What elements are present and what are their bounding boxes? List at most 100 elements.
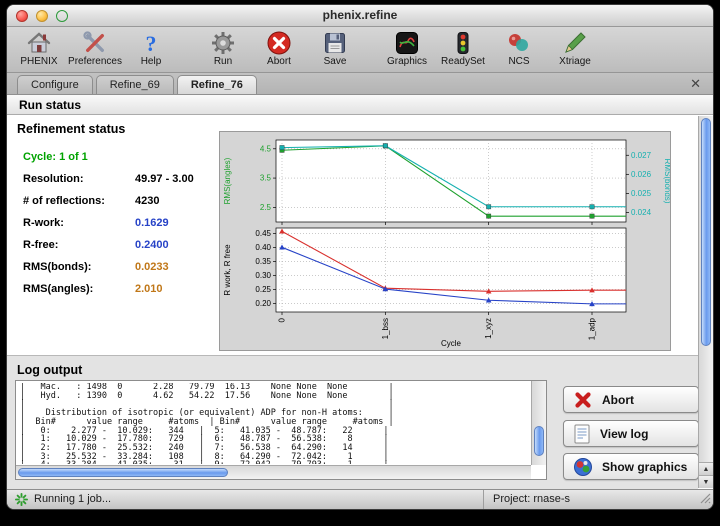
svg-text:0.024: 0.024 bbox=[631, 208, 652, 217]
toolbar-label: Graphics bbox=[387, 56, 427, 67]
log-text: | Mac. : 1498 0 2.28 79.79 16.13 None No… bbox=[20, 383, 530, 464]
tab-refine-69[interactable]: Refine_69 bbox=[96, 75, 174, 94]
toolbar-button-readyset[interactable]: ReadySet bbox=[435, 29, 491, 67]
svg-text:4.5: 4.5 bbox=[260, 144, 272, 153]
stat-value: 49.97 - 3.00 bbox=[135, 173, 194, 185]
svg-text:?: ? bbox=[146, 31, 157, 56]
stat-label: RMS(angles): bbox=[23, 283, 135, 295]
resize-grip[interactable] bbox=[697, 490, 711, 507]
abort-button[interactable]: Abort bbox=[563, 386, 699, 413]
svg-text:0.20: 0.20 bbox=[255, 299, 271, 308]
run-gear-icon bbox=[210, 29, 236, 56]
tab-bar: Configure Refine_69 Refine_76 ✕ bbox=[7, 73, 713, 95]
scroll-down-arrow[interactable]: ▼ bbox=[699, 475, 713, 488]
stat-rms-bonds: RMS(bonds):0.0233 bbox=[23, 261, 219, 283]
toolbar-button-xtriage[interactable]: Xtriage bbox=[547, 29, 603, 67]
zoom-window-button[interactable] bbox=[56, 10, 68, 22]
toolbar-button-preferences[interactable]: Preferences bbox=[67, 29, 123, 67]
show-graphics-button-label: Show graphics bbox=[602, 460, 687, 474]
toolbar-label: ReadySet bbox=[441, 56, 485, 67]
graphics-icon bbox=[394, 29, 420, 56]
toolbar-label: NCS bbox=[508, 56, 529, 67]
svg-text:0.45: 0.45 bbox=[255, 229, 271, 238]
view-log-button-label: View log bbox=[600, 427, 648, 441]
toolbar-button-graphics[interactable]: Graphics bbox=[379, 29, 435, 67]
toolbar-label: Run bbox=[214, 56, 232, 67]
view-log-button[interactable]: View log bbox=[563, 420, 699, 447]
svg-text:R work, R free: R work, R free bbox=[223, 244, 232, 296]
close-window-button[interactable] bbox=[16, 10, 28, 22]
stat-r-free: R-free:0.2400 bbox=[23, 239, 219, 261]
stat-value: 0.1629 bbox=[135, 217, 169, 229]
close-tab-icon[interactable]: ✕ bbox=[690, 78, 701, 90]
toolbar-label: PHENIX bbox=[20, 56, 57, 67]
stat-value: 2.010 bbox=[135, 283, 163, 295]
minimize-window-button[interactable] bbox=[36, 10, 48, 22]
window-controls bbox=[16, 10, 68, 22]
toolbar-label: Abort bbox=[267, 56, 291, 67]
toolbar-button-abort[interactable]: Abort bbox=[251, 29, 307, 67]
tab-label: Refine_69 bbox=[110, 79, 160, 91]
svg-text:2.5: 2.5 bbox=[260, 203, 272, 212]
stat-value: 4230 bbox=[135, 195, 159, 207]
run-status-header: Run status bbox=[7, 95, 713, 115]
svg-text:1_xyz: 1_xyz bbox=[484, 318, 493, 339]
svg-text:0.026: 0.026 bbox=[631, 170, 652, 179]
tab-refine-76[interactable]: Refine_76 bbox=[177, 75, 257, 94]
log-output-section: Log output | Mac. : 1498 0 2.28 79.79 16… bbox=[7, 355, 698, 489]
svg-text:RMS(angles): RMS(angles) bbox=[223, 157, 232, 204]
stat-value: 0.2400 bbox=[135, 239, 169, 251]
toolbar-button-help[interactable]: ? Help bbox=[123, 29, 179, 67]
running-status-text: Running 1 job... bbox=[34, 493, 111, 505]
stat-r-work: R-work:0.1629 bbox=[23, 217, 219, 239]
app-window: phenix.refine PHENIX Preferences ? Help … bbox=[6, 4, 714, 510]
svg-text:Cycle: Cycle bbox=[441, 339, 462, 348]
refinement-stats: Cycle: 1 of 1 Resolution:49.97 - 3.00 # … bbox=[23, 151, 219, 305]
main-vscroll-thumb[interactable] bbox=[701, 118, 711, 346]
project-name-text: Project: rnase-s bbox=[493, 493, 570, 505]
status-divider bbox=[483, 490, 484, 509]
document-icon bbox=[573, 424, 591, 444]
stat-cycle: Cycle: 1 of 1 bbox=[23, 151, 219, 173]
svg-text:0.30: 0.30 bbox=[255, 271, 271, 280]
stat-label: # of reflections: bbox=[23, 195, 135, 207]
stat-rms-angles: RMS(angles):2.010 bbox=[23, 283, 219, 305]
toolbar-label: Save bbox=[324, 56, 347, 67]
refinement-status-section: Refinement status Cycle: 1 of 1 Resoluti… bbox=[7, 115, 698, 355]
ncs-molecules-icon bbox=[506, 29, 532, 56]
scroll-up-arrow[interactable]: ▲ bbox=[699, 462, 713, 475]
refinement-progress-chart: 2.53.54.50.0240.0250.0260.027RMS(angles)… bbox=[219, 131, 671, 351]
stat-label: RMS(bonds): bbox=[23, 261, 135, 273]
svg-text:0.027: 0.027 bbox=[631, 151, 652, 160]
main-vertical-scrollbar[interactable]: ▲ ▼ bbox=[698, 116, 713, 488]
toolbar: PHENIX Preferences ? Help Run Abort Save… bbox=[7, 27, 713, 73]
stat-resolution: Resolution:49.97 - 3.00 bbox=[23, 173, 219, 195]
log-output-box[interactable]: | Mac. : 1498 0 2.28 79.79 16.13 None No… bbox=[15, 380, 547, 480]
title-bar[interactable]: phenix.refine bbox=[7, 5, 713, 27]
tab-configure[interactable]: Configure bbox=[17, 75, 93, 94]
content-area: Refinement status Cycle: 1 of 1 Resoluti… bbox=[7, 115, 713, 489]
svg-text:1_adp: 1_adp bbox=[588, 317, 597, 340]
log-vertical-scrollbar[interactable] bbox=[531, 381, 546, 465]
toolbar-button-save[interactable]: Save bbox=[307, 29, 363, 67]
toolbar-button-phenix[interactable]: PHENIX bbox=[11, 29, 67, 67]
show-graphics-button[interactable]: Show graphics bbox=[563, 453, 699, 480]
toolbar-label: Help bbox=[141, 56, 162, 67]
toolbar-button-run[interactable]: Run bbox=[195, 29, 251, 67]
svg-text:0.025: 0.025 bbox=[631, 189, 652, 198]
stat-label: Resolution: bbox=[23, 173, 135, 185]
toolbar-label: Preferences bbox=[68, 56, 122, 67]
graphics-sphere-icon bbox=[573, 457, 593, 477]
abort-x-icon bbox=[573, 390, 593, 410]
log-hscroll-thumb[interactable] bbox=[18, 468, 228, 477]
log-vscroll-thumb[interactable] bbox=[534, 426, 544, 456]
svg-text:0: 0 bbox=[278, 317, 287, 322]
log-horizontal-scrollbar[interactable] bbox=[16, 465, 531, 479]
save-floppy-icon bbox=[322, 29, 348, 56]
toolbar-button-ncs[interactable]: NCS bbox=[491, 29, 547, 67]
chart-canvas: 2.53.54.50.0240.0250.0260.027RMS(angles)… bbox=[220, 132, 670, 350]
stat-label: Cycle: 1 of 1 bbox=[23, 151, 135, 163]
xtriage-pencil-icon bbox=[562, 29, 588, 56]
log-output-title: Log output bbox=[17, 363, 82, 377]
status-bar: Running 1 job... Project: rnase-s bbox=[7, 489, 713, 509]
